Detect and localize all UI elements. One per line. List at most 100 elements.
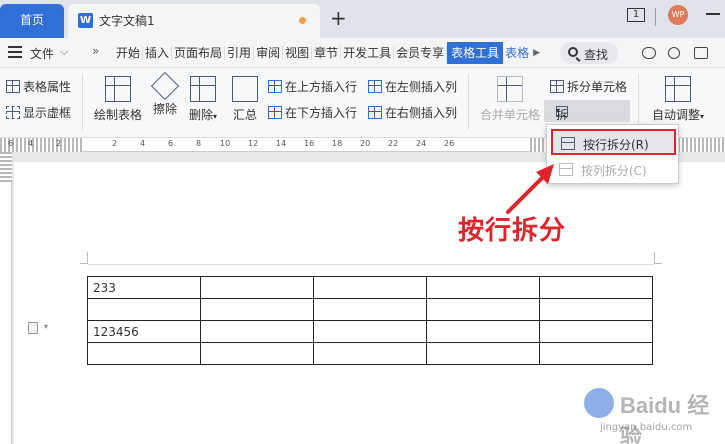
table-cell[interactable]	[539, 298, 653, 321]
table-cell[interactable]	[200, 342, 314, 365]
tab-start[interactable]: 开始	[114, 46, 144, 60]
ruler-tick-label: 12	[248, 139, 259, 148]
tab-chapter[interactable]: 章节	[312, 46, 342, 60]
window-count-button[interactable]: 1	[627, 8, 645, 22]
ruler-tick-label: 2	[56, 139, 62, 148]
ribbon-divider	[638, 74, 639, 130]
split-cells-icon	[550, 80, 564, 93]
merge-cells-button[interactable]: 合并单元格	[478, 76, 542, 123]
split-table-dropdown: 按行拆分(R) 按列拆分(C)	[546, 124, 679, 184]
insert-col-right-button[interactable]: 在右侧插入列	[368, 104, 457, 121]
ruler-tick-label: 10	[220, 139, 231, 148]
insert-row-above-button[interactable]: 在上方插入行	[268, 78, 357, 95]
table-cell[interactable]	[200, 320, 314, 343]
document-tab-title: 文字文稿1	[99, 14, 155, 28]
split-cells-button[interactable]: 拆分单元格	[550, 78, 627, 95]
table-cell[interactable]	[539, 320, 653, 343]
table-row: 123456	[87, 320, 653, 343]
search-button[interactable]: 查找	[560, 42, 618, 64]
split-by-row-item[interactable]: 按行拆分(R)	[551, 129, 676, 155]
vertical-ruler[interactable]	[0, 152, 12, 444]
merge-cells-icon	[497, 76, 523, 102]
paragraph-menu-icon[interactable]	[28, 322, 38, 334]
document-table[interactable]: 233 123456	[87, 276, 653, 365]
user-avatar[interactable]: WP	[668, 5, 688, 25]
table-cell[interactable]	[313, 342, 427, 365]
split-by-col-icon	[559, 163, 573, 176]
table-row	[87, 298, 653, 321]
split-table-button[interactable]: 拆分表格 ▾	[544, 100, 630, 173]
table-cell[interactable]	[426, 320, 540, 343]
table-cell[interactable]	[426, 276, 540, 299]
summary-label: 汇总	[232, 108, 257, 122]
menu-bar: 文件 ⌵ » 开始 插入 页面布局 引用 审阅 视图 章节 开发工具 会员专享 …	[0, 38, 725, 68]
summary-button[interactable]: 汇总	[230, 76, 260, 123]
table-cell[interactable]	[200, 298, 314, 321]
merge-cells-label: 合并单元格	[479, 108, 540, 122]
split-by-col-item[interactable]: 按列拆分(C)	[551, 157, 676, 183]
table-cell[interactable]	[87, 342, 201, 365]
table-cell[interactable]	[426, 298, 540, 321]
search-label: 查找	[584, 48, 609, 62]
minimize-icon[interactable]	[706, 13, 720, 15]
ruler-tick-label: 4	[28, 139, 34, 148]
draw-table-icon	[105, 76, 131, 102]
auto-fit-label: 自动调整	[651, 108, 700, 122]
delete-button[interactable]: 删除▾	[186, 76, 220, 123]
table-cell[interactable]	[313, 320, 427, 343]
table-properties-button[interactable]: 表格属性	[6, 78, 71, 95]
table-properties-icon	[6, 80, 20, 93]
table-cell[interactable]: 123456	[87, 320, 201, 343]
insert-col-left-label: 在左侧插入列	[385, 80, 458, 94]
ruler-tick-label: 18	[332, 139, 343, 148]
cloud-icon[interactable]	[642, 47, 656, 59]
table-cell[interactable]	[313, 298, 427, 321]
menu-tabs: 开始 插入 页面布局 引用 审阅 视图 章节 开发工具 会员专享 表格工具 表格…	[114, 38, 542, 68]
user-add-icon[interactable]	[668, 47, 680, 59]
file-menu[interactable]: 文件	[30, 45, 54, 62]
tab-member[interactable]: 会员专享	[394, 46, 448, 60]
erase-button[interactable]: 擦除	[150, 71, 180, 117]
table-row: 233	[87, 276, 653, 299]
tab-review[interactable]: 审阅	[254, 46, 284, 60]
table-cell[interactable]	[426, 342, 540, 365]
ruler-tick-label: 26	[444, 139, 455, 148]
table-cell[interactable]: 233	[87, 276, 201, 299]
insert-col-right-icon	[368, 106, 382, 119]
insert-col-left-button[interactable]: 在左侧插入列	[368, 78, 457, 95]
delete-table-icon	[190, 76, 216, 102]
chevron-down-icon[interactable]: ▾	[44, 322, 48, 331]
insert-row-below-icon	[268, 106, 282, 119]
table-cell[interactable]	[313, 276, 427, 299]
ruler-tick-label: 8	[196, 139, 202, 148]
chevron-right-icon[interactable]: ▶	[531, 46, 542, 60]
baidu-paw-logo	[584, 388, 614, 418]
auto-fit-button[interactable]: 自动调整▾	[646, 76, 710, 123]
tab-home[interactable]: 首页	[0, 4, 64, 38]
draw-table-button[interactable]: 绘制表格	[92, 76, 144, 123]
table-cell[interactable]	[539, 276, 653, 299]
insert-row-above-icon	[268, 80, 282, 93]
tab-bar: 首页 W 文字文稿1 + 1 WP	[0, 0, 725, 38]
insert-row-below-button[interactable]: 在下方插入行	[268, 104, 357, 121]
tab-view[interactable]: 视图	[283, 46, 313, 60]
tab-table-tools[interactable]: 表格工具	[447, 42, 504, 64]
table-cell[interactable]	[87, 298, 201, 321]
tab-table-style[interactable]: 表格	[503, 46, 531, 60]
tab-reference[interactable]: 引用	[225, 46, 255, 60]
show-gridlines-button[interactable]: 显示虚框	[6, 104, 71, 121]
table-cell[interactable]	[200, 276, 314, 299]
table-cell[interactable]	[539, 342, 653, 365]
insert-col-right-label: 在右侧插入列	[385, 106, 458, 120]
tab-insert[interactable]: 插入	[143, 46, 173, 60]
tab-document[interactable]: W 文字文稿1	[68, 4, 320, 38]
share-icon[interactable]	[694, 47, 708, 59]
new-tab-button[interactable]: +	[330, 8, 347, 28]
hamburger-icon[interactable]	[8, 46, 22, 58]
more-menus-button[interactable]: »	[92, 44, 99, 58]
eraser-icon	[150, 71, 180, 101]
tab-developer[interactable]: 开发工具	[341, 46, 395, 60]
chevron-down-icon[interactable]: ⌵	[60, 45, 68, 59]
insert-col-left-icon	[368, 80, 382, 93]
tab-page-layout[interactable]: 页面布局	[172, 46, 226, 60]
